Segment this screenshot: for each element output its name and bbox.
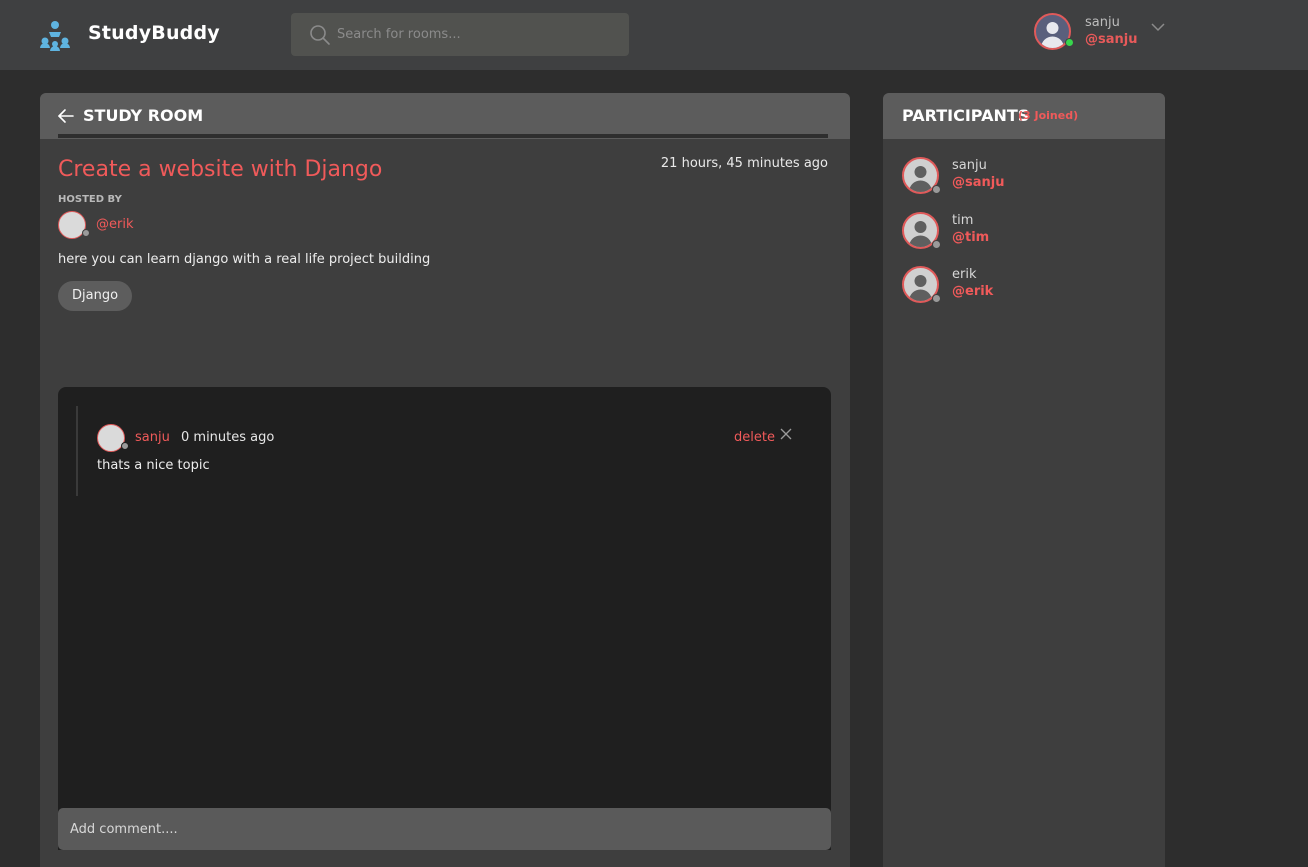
room-title: Create a website with Django bbox=[58, 157, 383, 182]
delete-message-button[interactable]: delete bbox=[734, 430, 775, 445]
user-handle[interactable]: @sanju bbox=[1085, 32, 1137, 47]
user-name: sanju bbox=[1085, 15, 1120, 30]
message-author-status-dot bbox=[121, 442, 129, 450]
room-panel: STUDY ROOM Create a website with Django … bbox=[40, 93, 850, 867]
status-dot bbox=[932, 185, 941, 194]
participant-name: erik bbox=[952, 267, 977, 282]
room-header: STUDY ROOM bbox=[40, 93, 850, 139]
message-time: 0 minutes ago bbox=[181, 430, 275, 445]
room-description: here you can learn django with a real li… bbox=[58, 252, 431, 267]
search-icon bbox=[310, 25, 330, 45]
participant-item[interactable]: tim @tim bbox=[902, 212, 1152, 252]
message-author[interactable]: sanju bbox=[135, 430, 170, 445]
back-arrow-icon[interactable] bbox=[57, 108, 75, 124]
participant-handle[interactable]: @erik bbox=[952, 284, 993, 299]
participant-name: tim bbox=[952, 213, 974, 228]
participant-item[interactable]: erik @erik bbox=[902, 266, 1152, 306]
comment-form bbox=[58, 808, 831, 850]
search-input[interactable] bbox=[337, 13, 617, 56]
participant-name: sanju bbox=[952, 158, 987, 173]
status-dot bbox=[932, 240, 941, 249]
chevron-down-icon[interactable] bbox=[1150, 21, 1166, 33]
participants-panel: PARTICIPANTS (3 Joined) sanju @sanju tim… bbox=[883, 93, 1165, 867]
participant-handle[interactable]: @sanju bbox=[952, 175, 1004, 190]
participant-item[interactable]: sanju @sanju bbox=[902, 157, 1152, 197]
participants-header: PARTICIPANTS (3 Joined) bbox=[883, 93, 1165, 139]
search-bar[interactable] bbox=[291, 13, 629, 56]
status-dot bbox=[932, 294, 941, 303]
participant-handle[interactable]: @tim bbox=[952, 230, 989, 245]
host-handle[interactable]: @erik bbox=[96, 217, 133, 232]
host-status-dot bbox=[82, 229, 90, 237]
divider bbox=[58, 134, 828, 138]
participants-title: PARTICIPANTS bbox=[902, 106, 1030, 125]
participants-count: (3 Joined) bbox=[1018, 109, 1079, 122]
user-menu[interactable]: sanju @sanju bbox=[1034, 13, 1174, 53]
room-timestamp: 21 hours, 45 minutes ago bbox=[660, 156, 828, 171]
online-status-dot bbox=[1065, 38, 1074, 47]
brand-name[interactable]: StudyBuddy bbox=[88, 22, 220, 44]
room-header-title: STUDY ROOM bbox=[83, 106, 204, 125]
close-icon[interactable] bbox=[780, 428, 792, 440]
message-item: sanju 0 minutes ago delete thats a nice … bbox=[76, 406, 806, 496]
logo-icon[interactable] bbox=[38, 18, 72, 52]
hosted-by-label: HOSTED BY bbox=[58, 194, 122, 205]
comment-input[interactable] bbox=[58, 808, 831, 850]
topic-tag[interactable]: Django bbox=[58, 281, 133, 311]
message-body: thats a nice topic bbox=[97, 458, 210, 473]
top-navbar: StudyBuddy sanju @sanju bbox=[0, 0, 1308, 70]
conversation-thread: sanju 0 minutes ago delete thats a nice … bbox=[58, 387, 831, 850]
